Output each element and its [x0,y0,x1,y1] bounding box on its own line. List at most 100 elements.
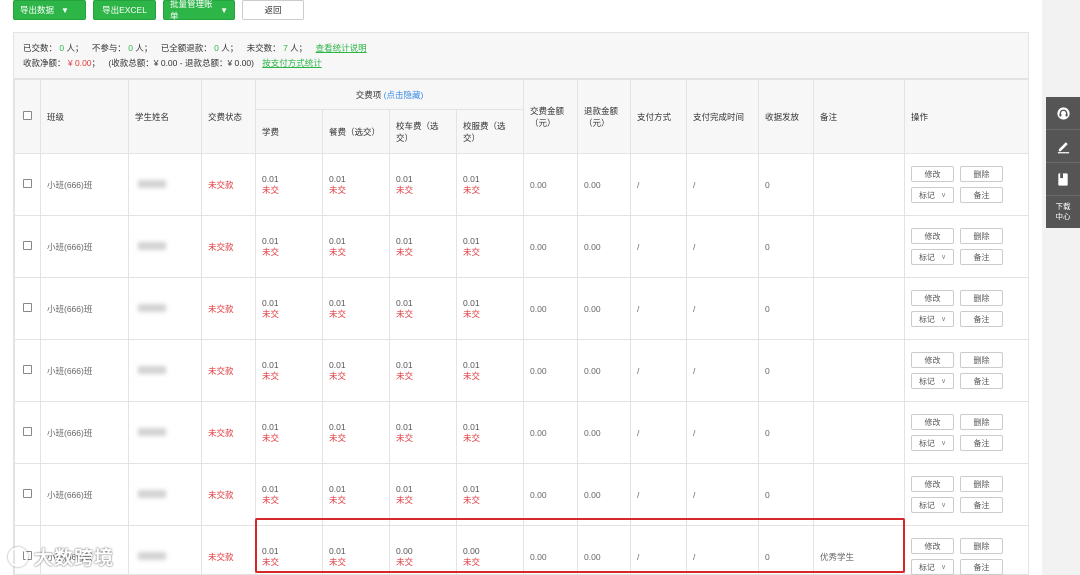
pay-total-cell: 0.00 [523,525,578,575]
note-row-button[interactable]: 备注 [960,435,1003,451]
ops-cell: 修改 删除 标记 ∨ 备注 [904,339,1029,402]
delete-row-button[interactable]: 删除 [960,476,1003,492]
export-data-button[interactable]: 导出数据 ▼ [13,0,86,20]
download-center-label-1: 下载 [1055,202,1071,211]
watermark: 大数跨境 [8,543,114,570]
header-status: 交费状态 [201,79,256,154]
done-time-cell: / [686,277,759,340]
status-cell: 未交款 [201,401,256,464]
mark-row-dropdown[interactable]: 标记 ∨ [911,373,954,389]
note-row-button[interactable]: 备注 [960,373,1003,389]
mark-row-label: 标记 [918,438,935,448]
edit-row-button[interactable]: 修改 [911,290,954,306]
edit-row-button[interactable]: 修改 [911,538,954,554]
edit-row-label: 修改 [924,355,941,365]
batch-bills-button[interactable]: 批量管理账单 ▼ [163,0,235,21]
row-checkbox[interactable] [23,303,32,312]
tuition-cell: 0.01 未交 [255,525,323,575]
method-cell: / [630,401,687,464]
delete-row-button[interactable]: 删除 [960,538,1003,554]
delete-row-button[interactable]: 删除 [960,166,1003,182]
bus-amount: 0.01 [396,235,413,246]
redacted-name [138,241,166,250]
row-checkbox[interactable] [23,489,32,498]
header-remark: 备注 [813,79,905,154]
note-row-label: 备注 [973,376,990,386]
delete-row-label: 删除 [973,541,990,551]
support-button[interactable] [1046,97,1080,130]
tuition-status: 未交 [262,556,280,567]
chevron-down-icon: ∨ [940,192,947,199]
table-body: 小班(666)班 未交款 0.01 未交 0.01 未交 0.01 未交 0.01 未交 0.00 0… [14,153,1029,575]
meal-amount: 0.01 [329,359,346,370]
tuition-status: 未交 [262,432,280,443]
row-checkbox[interactable] [23,241,32,250]
mark-row-dropdown[interactable]: 标记 ∨ [911,497,954,513]
edit-row-button[interactable]: 修改 [911,352,954,368]
class-cell: 小班(666)班 [40,401,129,464]
uniform-amount: 0.01 [463,421,480,432]
unit-label: 人； [66,43,84,53]
method-cell: / [630,525,687,575]
select-all-checkbox[interactable] [23,111,32,120]
done-time-cell: / [686,339,759,402]
back-button[interactable]: 返回 [242,0,304,20]
done-time-cell: / [686,215,759,278]
note-row-button[interactable]: 备注 [960,311,1003,327]
chevron-down-icon: ∨ [940,378,947,385]
bus-amount: 0.01 [396,297,413,308]
note-row-button[interactable]: 备注 [960,559,1003,575]
unit-label: 人； [221,43,239,53]
download-center-button[interactable]: 下载 中心 [1046,196,1080,228]
note-row-button[interactable]: 备注 [960,497,1003,513]
mark-row-dropdown[interactable]: 标记 ∨ [911,249,954,265]
row-checkbox[interactable] [23,179,32,188]
edit-button[interactable] [1046,130,1080,163]
mark-row-dropdown[interactable]: 标记 ∨ [911,559,954,575]
bus-amount: 0.01 [396,483,413,494]
edit-icon [1057,141,1069,153]
edit-row-button[interactable]: 修改 [911,166,954,182]
by-method-stats-link[interactable]: 按支付方式统计 [262,58,322,68]
right-gutter [1042,0,1080,575]
tuition-status: 未交 [262,370,280,381]
mark-row-dropdown[interactable]: 标记 ∨ [911,311,954,327]
book-icon [1058,172,1068,186]
manual-button[interactable] [1046,163,1080,196]
note-row-label: 备注 [973,314,990,324]
mark-row-label: 标记 [918,252,935,262]
mark-row-label: 标记 [918,190,935,200]
edit-row-button[interactable]: 修改 [911,228,954,244]
delete-row-button[interactable]: 删除 [960,228,1003,244]
tuition-amount: 0.01 [262,545,279,556]
floating-sidebar: 下载 中心 [1046,97,1080,228]
mark-row-dropdown[interactable]: 标记 ∨ [911,187,954,203]
meal-status: 未交 [329,432,347,443]
delete-row-button[interactable]: 删除 [960,352,1003,368]
delete-row-button[interactable]: 删除 [960,290,1003,306]
stats-line-net: 收款净额： ¥ 0.00； (收款总额：¥ 0.00 - 退款总额：¥ 0.00… [23,56,1019,71]
delete-row-label: 删除 [973,293,990,303]
meal-amount: 0.01 [329,483,346,494]
row-checkbox[interactable] [23,365,32,374]
pay-total-cell: 0.00 [523,153,578,216]
table-row: 小班(666)班 未交款 0.01 未交 0.01 未交 0.01 未交 0.01 未交 0.00 0… [14,215,1029,278]
meal-amount: 0.01 [329,545,346,556]
paid-label: 已交数： [23,43,58,53]
edit-row-button[interactable]: 修改 [911,476,954,492]
export-excel-button[interactable]: 导出EXCEL [93,0,156,20]
edit-row-button[interactable]: 修改 [911,414,954,430]
note-row-label: 备注 [973,562,990,572]
delete-row-button[interactable]: 删除 [960,414,1003,430]
pay-total-cell: 0.00 [523,277,578,340]
unpaid-count: 7 [283,43,288,53]
note-row-button[interactable]: 备注 [960,249,1003,265]
edit-row-label: 修改 [924,169,941,179]
mark-row-dropdown[interactable]: 标记 ∨ [911,435,954,451]
tuition-cell: 0.01 未交 [255,215,323,278]
row-checkbox[interactable] [23,427,32,436]
toggle-fee-items-link[interactable]: (点击隐藏) [384,90,424,100]
note-row-button[interactable]: 备注 [960,187,1003,203]
explain-stats-link[interactable]: 查看统计说明 [316,43,367,53]
ops-cell: 修改 删除标记 ∨ 备注 [904,525,1029,575]
